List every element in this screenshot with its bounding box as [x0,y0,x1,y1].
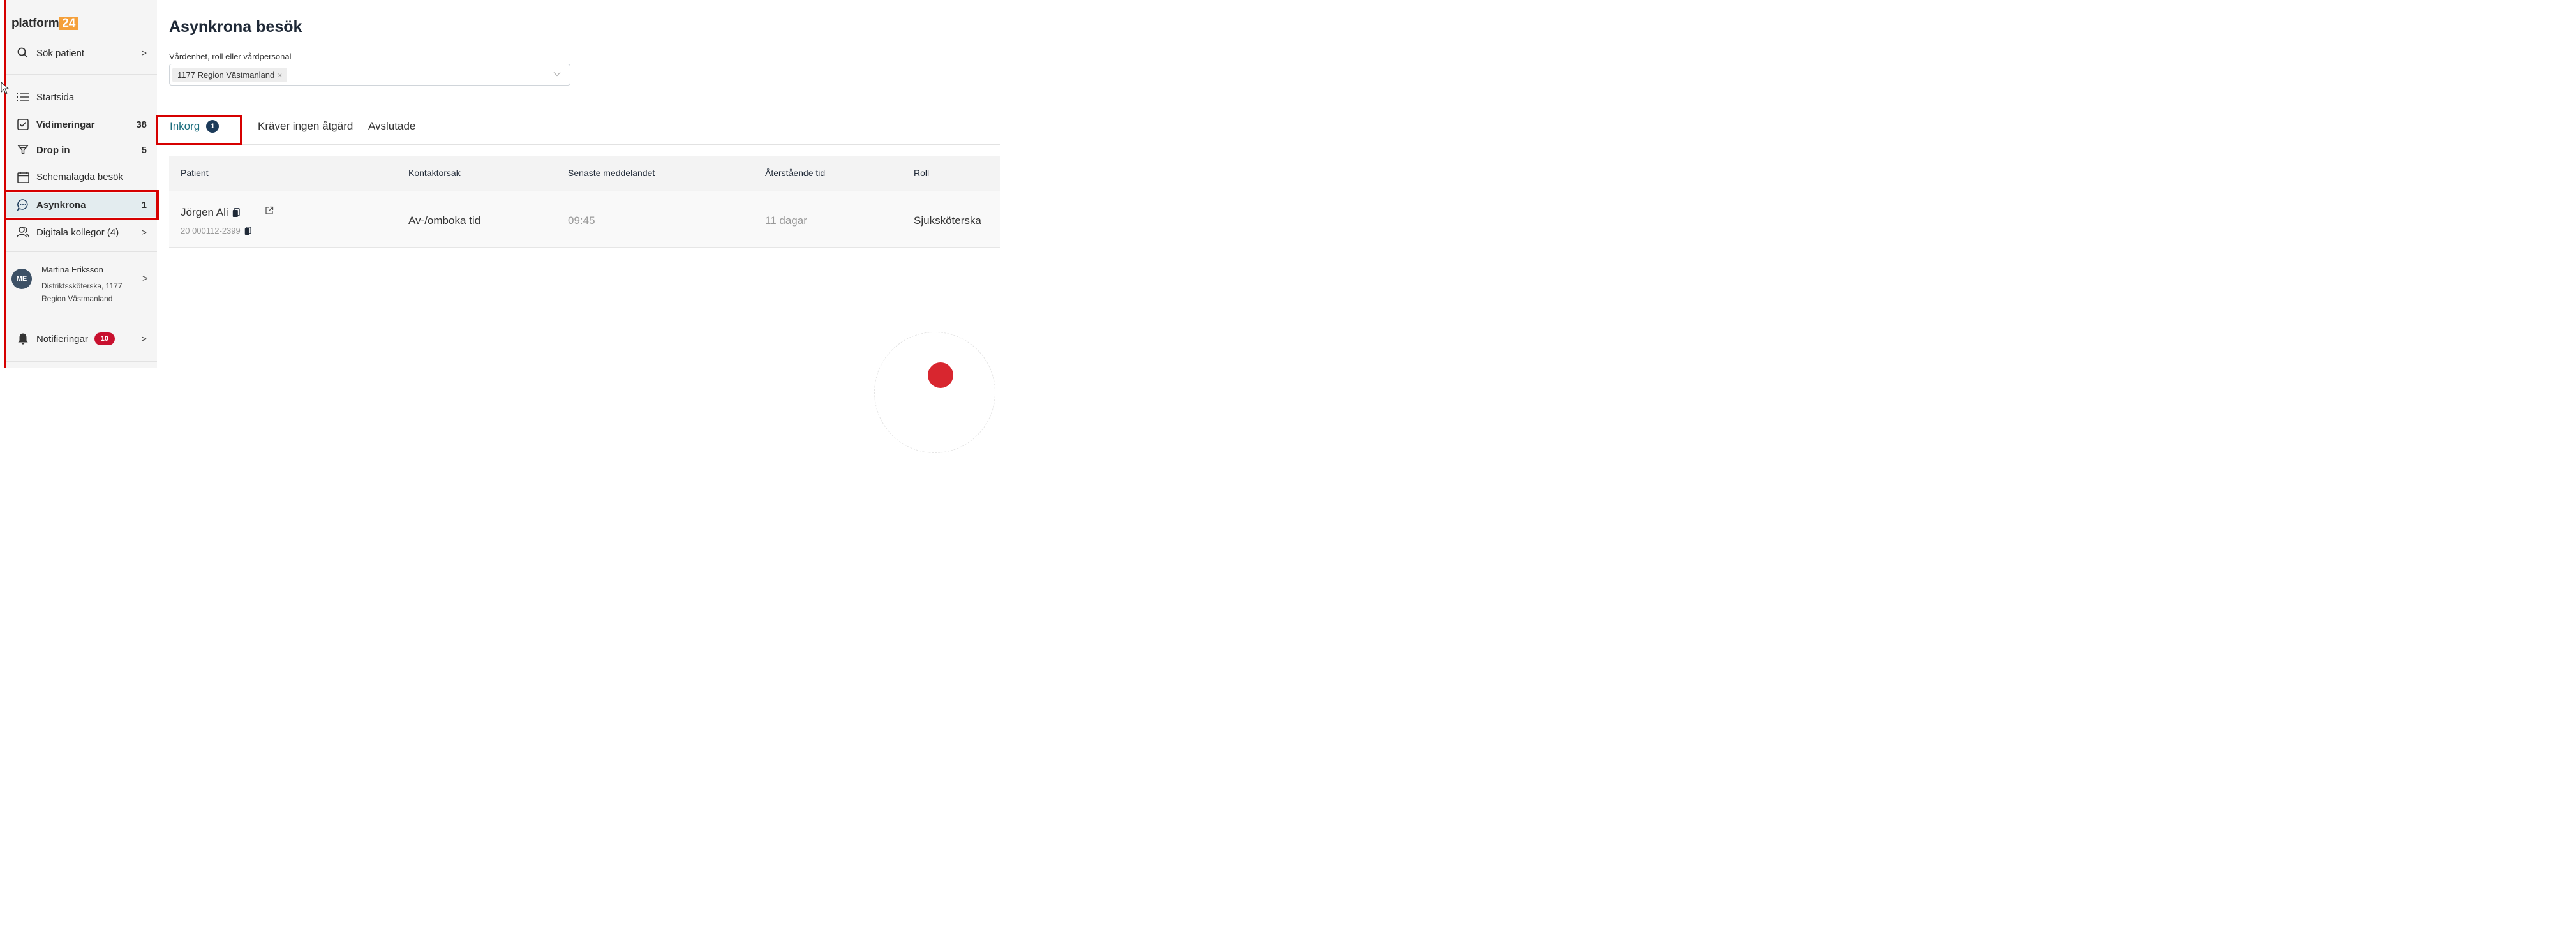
sidebar-item-startsida[interactable]: Startsida [6,87,157,107]
user-role: Distriktssköterska, 1177 Region Västmanl… [41,281,123,303]
mouse-cursor-icon [1,81,10,98]
patient-cell[interactable]: Jörgen Ali [181,206,240,219]
remaining-time-cell: 11 dagar [765,214,807,227]
notification-count-badge: 10 [94,332,115,345]
sidebar-item-schemalagda-besok[interactable]: Schemalagda besök [6,167,157,186]
copy-icon[interactable] [244,226,251,235]
decorative-circle [874,332,995,453]
page-title: Asynkrona besök [169,18,302,36]
checkbox-icon [16,117,30,131]
sidebar-item-label: Drop in [36,144,70,156]
divider [6,74,157,75]
notifications[interactable]: Notifieringar 10 > [6,329,157,348]
chevron-right-icon: > [141,333,147,345]
user-name: Martina Eriksson [41,265,103,274]
search-icon [16,46,30,60]
sidebar-item-digitala-kollegor[interactable]: Digitala kollegor (4) > [6,223,157,242]
sidebar-item-count: 38 [136,119,147,130]
personnummer: 20 000112-2399 [181,226,251,235]
highlight-box-asynkrona [4,190,159,220]
filter-label: Vårdenhet, roll eller vårdpersonal [169,52,292,61]
search-patient-label: Sök patient [36,47,85,59]
tab-label: Kräver ingen åtgärd [258,120,354,132]
bell-icon [16,332,30,346]
sidebar: platform 24 Sök patient > Startsida Vidim… [6,0,157,368]
notifications-label: Notifieringar [36,333,88,345]
tabs-divider [160,144,1000,145]
sidebar-item-label: Schemalagda besök [36,171,123,183]
table-header: Patient Kontaktorsak Senaste meddelandet… [169,156,1000,191]
highlight-box-inkorg [156,115,242,145]
sidebar-item-drop-in[interactable]: Drop in 5 [6,140,157,160]
copy-icon[interactable] [232,207,240,218]
filter-chip[interactable]: 1177 Region Västmanland × [172,68,288,82]
sidebar-item-label: Vidimeringar [36,119,95,130]
column-header[interactable]: Roll [914,168,929,178]
column-header[interactable]: Senaste meddelandet [568,168,655,178]
patient-name: Jörgen Ali [181,206,228,218]
tab-label: Avslutade [368,120,416,132]
search-patient[interactable]: Sök patient > [6,43,157,63]
calendar-icon [16,170,30,184]
column-header[interactable]: Patient [181,168,209,178]
column-header[interactable]: Återstående tid [765,168,825,178]
sidebar-item-vidimeringar[interactable]: Vidimeringar 38 [6,115,157,134]
sidebar-item-label: Startsida [36,91,75,103]
divider [6,251,157,252]
personnummer-value: 20 000112-2399 [181,226,241,235]
last-message-cell: 09:45 [568,214,595,227]
chevron-right-icon: > [141,47,147,59]
tab-avslutade[interactable]: Avslutade [368,120,415,133]
funnel-icon [16,143,30,157]
chevron-down-icon[interactable] [553,70,561,78]
list-icon [16,90,30,104]
unit-filter-select[interactable]: 1177 Region Västmanland × [169,64,570,86]
column-header[interactable]: Kontaktorsak [408,168,461,178]
sidebar-item-label: Digitala kollegor (4) [36,227,119,238]
table-row[interactable]: Jörgen Ali 20 000112-2399 Av-/omboka tid… [169,191,1000,248]
people-icon [16,225,30,239]
role-cell: Sjuksköterska [914,214,981,227]
chat-launcher-button[interactable] [928,362,953,388]
close-icon[interactable]: × [278,71,282,80]
tab-kraver-ingen-atgard[interactable]: Kräver ingen åtgärd [258,120,353,133]
sidebar-item-count: 5 [141,144,147,156]
brand-logo[interactable]: platform 24 [11,17,78,31]
filter-chip-label: 1177 Region Västmanland [177,70,275,80]
divider [6,361,157,362]
external-link-icon[interactable] [265,206,274,218]
chevron-right-icon: > [142,273,148,284]
chevron-right-icon: > [141,227,147,238]
reason-cell: Av-/omboka tid [408,214,481,227]
avatar: ME [11,269,32,289]
